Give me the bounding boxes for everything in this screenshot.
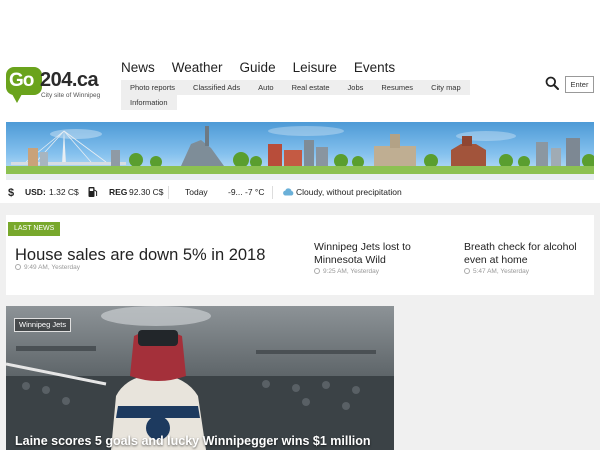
usd-rate: 1.32 C$	[49, 187, 79, 197]
clock-icon	[15, 264, 21, 270]
latest-news-panel: LAST NEWS House sales are down 5% in 201…	[6, 215, 594, 295]
search-icon[interactable]	[545, 76, 559, 90]
news-time-main: 9:49 AM, Yesterday	[15, 264, 80, 271]
story-category-tag[interactable]: Winnipeg Jets	[14, 318, 72, 332]
main-navigation: News Weather Guide Leisure Events	[121, 60, 412, 76]
fuel-pump-icon	[88, 187, 98, 197]
subnav-city-map[interactable]: City map	[422, 80, 470, 95]
logo-domain-text: 204.ca	[40, 69, 99, 91]
site-header: Go 204.ca City site of Winnipeg News Wea…	[0, 52, 600, 118]
svg-text:$: $	[8, 187, 14, 198]
weather-condition: Cloudy, without precipitation	[296, 187, 402, 197]
nav-weather[interactable]: Weather	[172, 60, 223, 76]
info-bar: $ USD: 1.32 C$ REG 92.30 C$ Today -9... …	[0, 182, 600, 202]
news-time-text: 9:49 AM, Yesterday	[24, 264, 81, 271]
news-headline-main[interactable]: House sales are down 5% in 2018	[15, 246, 265, 265]
news-time-jets: 9:25 AM, Yesterday	[314, 268, 379, 275]
site-logo[interactable]: Go 204.ca City site of Winnipeg	[6, 67, 104, 105]
skyline-illustration	[6, 126, 594, 180]
subnav-auto[interactable]: Auto	[249, 80, 283, 95]
subnav-classified-ads[interactable]: Classified Ads	[184, 80, 250, 95]
subnav-photo-reports[interactable]: Photo reports	[121, 80, 185, 95]
enter-button[interactable]: Enter	[565, 76, 594, 93]
nav-events[interactable]: Events	[354, 60, 395, 76]
usd-label: USD:	[25, 187, 46, 197]
nav-news[interactable]: News	[121, 60, 155, 76]
news-headline-breath[interactable]: Breath check for alcohol even at home	[464, 241, 589, 267]
subnav-resumes[interactable]: Resumes	[372, 80, 423, 95]
news-headline-jets[interactable]: Winnipeg Jets lost to Minnesota Wild	[314, 241, 439, 267]
cloud-icon	[283, 188, 294, 196]
subnav-real-estate[interactable]: Real estate	[282, 80, 339, 95]
divider	[168, 186, 169, 199]
top-spacer	[0, 0, 600, 52]
logo-tagline: City site of Winnipeg	[41, 92, 101, 99]
clock-icon	[464, 268, 470, 274]
divider	[272, 186, 273, 199]
last-news-badge: LAST NEWS	[8, 222, 61, 236]
nav-guide[interactable]: Guide	[240, 60, 276, 76]
city-skyline-banner	[6, 122, 594, 180]
news-time-text: 5:47 AM, Yesterday	[473, 268, 530, 275]
sub-navigation: Photo reports Classified Ads Auto Real e…	[121, 80, 471, 110]
reg-label: REG	[109, 187, 128, 197]
today-label: Today	[185, 187, 208, 197]
featured-story-title[interactable]: Laine scores 5 goals and lucky Winnipegg…	[15, 434, 371, 448]
dollar-icon: $	[8, 187, 14, 198]
clock-icon	[314, 268, 320, 274]
featured-story[interactable]: Winnipeg Jets Laine scores 5 goals and l…	[6, 306, 394, 450]
subnav-information[interactable]: Information	[121, 95, 177, 110]
news-time-breath: 5:47 AM, Yesterday	[464, 268, 529, 275]
logo-go-text: Go	[9, 70, 34, 91]
news-time-text: 9:25 AM, Yesterday	[323, 268, 380, 275]
temperature-range: -9... -7 °C	[228, 187, 265, 197]
nav-leisure[interactable]: Leisure	[293, 60, 337, 76]
reg-price: 92.30 C$	[129, 187, 164, 197]
subnav-jobs[interactable]: Jobs	[338, 80, 373, 95]
